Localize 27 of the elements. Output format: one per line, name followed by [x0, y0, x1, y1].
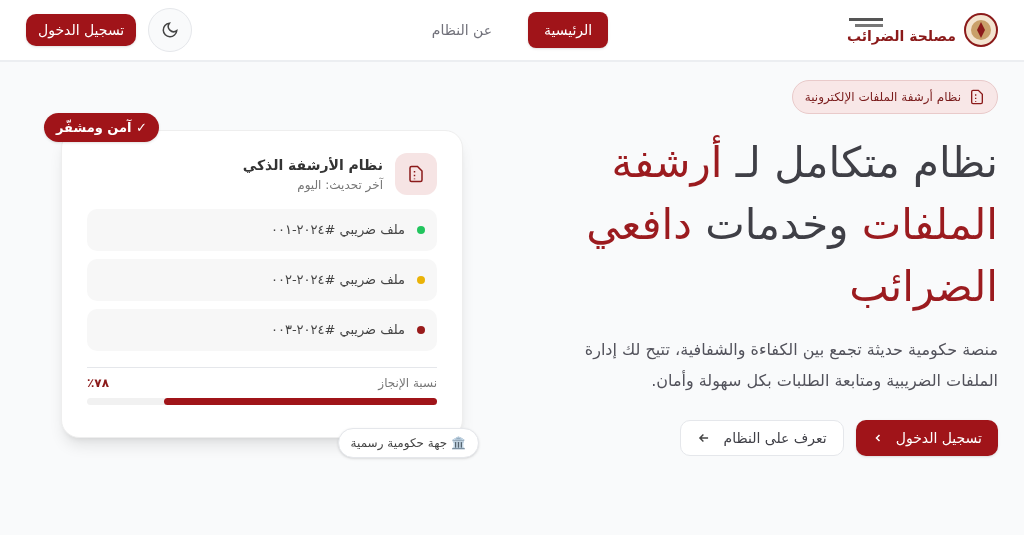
- login-button[interactable]: تسجيل الدخول: [26, 14, 137, 46]
- emblem-lines-drawing: [846, 17, 885, 29]
- emblem-icon: [964, 13, 998, 47]
- brand-name: مصلحة الضرائب: [846, 29, 956, 43]
- nav-tab[interactable]: الرئيسية: [528, 12, 609, 48]
- file-label: ملف ضريبي #٢٠٢٤-٠٠١: [270, 221, 405, 240]
- file-label: ملف ضريبي #٢٠٢٤-٠٠٢: [270, 271, 405, 290]
- progress-value: ٧٨٪: [87, 375, 109, 392]
- headline: نظام متكامل لـ أرشفة الملفات وخدمات دافعي الضرائب: [538, 132, 998, 318]
- secure-ribbon: ✓ آمن ومشفّر: [44, 113, 159, 142]
- badge-label: نظام أرشفة الملفات الإلكترونية: [804, 88, 961, 106]
- nav-tab[interactable]: عن النظام: [415, 12, 508, 48]
- file-row[interactable]: ملف ضريبي #٢٠٢٤-٠٠٣: [87, 309, 437, 351]
- card-subtitle: آخر تحديث: اليوم: [296, 176, 383, 194]
- login-button[interactable]: تسجيل الدخول: [855, 420, 998, 456]
- file-row[interactable]: ملف ضريبي #٢٠٢٤-٠٠١: [87, 209, 437, 251]
- about-system-button[interactable]: تعرف على النظام: [680, 420, 844, 456]
- file-icon: [969, 89, 985, 105]
- moon-icon: [161, 21, 180, 39]
- file-icon: [407, 165, 425, 183]
- theme-toggle-button[interactable]: [148, 8, 193, 52]
- card-title: نظام الأرشفة الذكي: [242, 155, 383, 175]
- file-label: ملف ضريبي #٢٠٢٤-٠٠٣: [270, 321, 405, 340]
- progress-label: نسبة الإنجاز: [378, 375, 437, 392]
- government-badge: 🏛 جهة حكومية رسمية: [337, 428, 479, 458]
- description-text: منصة حكومية حديثة تجمع بين الكفاءة والشفافية، تتيح لك إدارة الملفات الضريبية ومتابعة الطلبات بكل سهولة وأمان.: [583, 339, 998, 393]
- file-row[interactable]: ملف ضريبي #٢٠٢٤-٠٠٢: [87, 259, 437, 301]
